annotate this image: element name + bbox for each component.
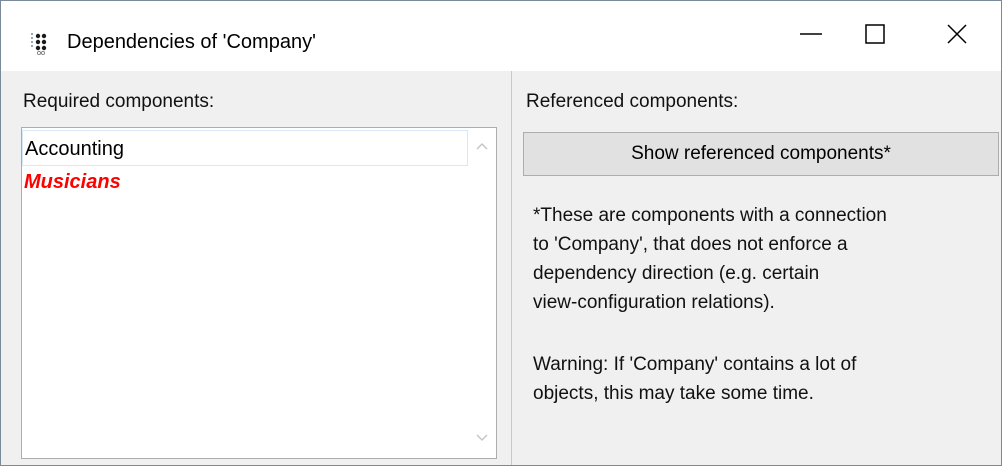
- performance-warning: Warning: If 'Company' contains a lot of …: [533, 350, 988, 408]
- referenced-components-label: Referenced components:: [526, 91, 739, 112]
- minimize-button[interactable]: [783, 1, 839, 71]
- referenced-components-note: *These are components with a connection …: [533, 201, 988, 317]
- list-item[interactable]: Musicians: [22, 164, 121, 200]
- required-components-label: Required components:: [23, 91, 215, 112]
- chevron-down-icon[interactable]: [474, 430, 490, 451]
- referenced-components-panel: Referenced components: Show referenced c…: [513, 71, 1001, 465]
- note-line: view-configuration relations).: [533, 292, 775, 313]
- maximize-button[interactable]: [847, 1, 903, 71]
- warning-line: Warning: If 'Company' contains a lot of: [533, 354, 857, 375]
- warning-line: objects, this may take some time.: [533, 383, 814, 404]
- note-line: dependency direction (e.g. certain: [533, 263, 820, 284]
- chevron-up-icon[interactable]: [474, 138, 490, 159]
- dependency-grid-icon: [29, 31, 57, 56]
- list-item[interactable]: Accounting: [22, 130, 468, 166]
- close-button[interactable]: [929, 1, 985, 71]
- maximize-icon: [863, 22, 887, 51]
- note-line: *These are components with a connection: [533, 205, 887, 226]
- required-components-list[interactable]: Accounting Musicians: [21, 127, 497, 459]
- dependencies-window: Dependencies of 'Company' Required compo…: [0, 0, 1002, 466]
- note-line: to 'Company', that does not enforce a: [533, 234, 848, 255]
- title-bar: Dependencies of 'Company': [1, 1, 1001, 71]
- minimize-icon: [799, 22, 823, 51]
- show-referenced-components-button[interactable]: Show referenced components*: [523, 132, 999, 176]
- window-title: Dependencies of 'Company': [67, 31, 316, 53]
- close-icon: [945, 22, 969, 51]
- required-components-panel: Required components: Accounting Musician…: [1, 71, 512, 465]
